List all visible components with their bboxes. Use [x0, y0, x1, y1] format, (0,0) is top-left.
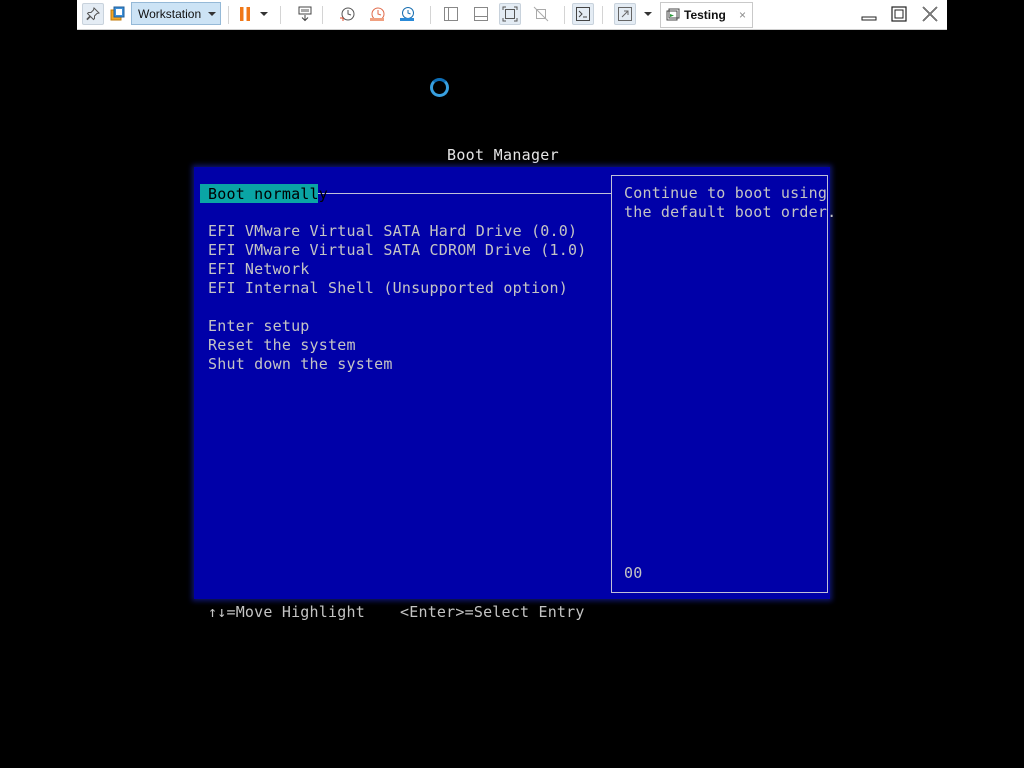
boot-action-enter-setup[interactable]: Enter setup [208, 317, 310, 335]
tab-close-icon[interactable]: × [739, 8, 746, 22]
fullscreen-options-dropdown[interactable] [640, 3, 656, 25]
boot-help-box [611, 175, 828, 593]
chevron-down-icon [644, 12, 652, 16]
tab-title: Testing [684, 8, 726, 22]
sidebar-icon[interactable] [440, 3, 462, 25]
fullscreen-icon[interactable] [614, 3, 636, 25]
toolbar-separator [430, 6, 431, 24]
snapshot-manager-icon[interactable] [396, 3, 418, 25]
close-icon[interactable] [917, 2, 943, 26]
vm-console-screen[interactable]: Workstation Testing × Boot Manager Boot … [0, 0, 1024, 768]
footer-move-hint: ↑↓=Move Highlight [208, 603, 365, 621]
boot-device-item[interactable]: EFI Network [208, 260, 310, 278]
toolbar-separator [322, 6, 323, 24]
help-text-line: the default boot order. [624, 203, 837, 221]
tab-testing[interactable]: Testing × [660, 2, 753, 28]
boot-device-item[interactable]: EFI VMware Virtual SATA CDROM Drive (1.0… [208, 241, 586, 259]
boot-device-item[interactable]: EFI Internal Shell (Unsupported option) [208, 279, 568, 297]
pause-icon[interactable] [234, 3, 256, 25]
boot-manager-divider [316, 193, 612, 194]
boot-manager-title: Boot Manager [447, 146, 559, 164]
console-view-icon[interactable] [572, 3, 594, 25]
maximize-icon[interactable] [886, 2, 912, 26]
toolbar-separator [228, 6, 229, 24]
toolbar-separator [280, 6, 281, 24]
help-code: 00 [624, 564, 643, 582]
workstation-menu-dropdown[interactable]: Workstation [131, 2, 221, 25]
boot-option-selected-label: Boot normally [208, 185, 328, 203]
help-text-line: Continue to boot using [624, 184, 828, 202]
chevron-down-icon [208, 11, 216, 16]
library-icon[interactable] [107, 3, 129, 25]
minimize-icon[interactable] [856, 2, 882, 26]
boot-device-item[interactable]: EFI VMware Virtual SATA Hard Drive (0.0) [208, 222, 577, 240]
chevron-down-icon [260, 12, 268, 16]
fit-guest-icon[interactable] [499, 3, 521, 25]
toolbar-separator [564, 6, 565, 24]
disable-stretch-icon[interactable] [530, 3, 552, 25]
workstation-menu-label: Workstation [138, 6, 202, 21]
power-options-dropdown[interactable] [256, 3, 272, 25]
boot-option-selected[interactable]: Boot normally [200, 184, 328, 203]
loading-spinner-icon [430, 78, 449, 97]
toolbar-separator [602, 6, 603, 24]
boot-action-reset[interactable]: Reset the system [208, 336, 356, 354]
vmware-toolbar: Workstation Testing × [77, 0, 947, 30]
footer-select-hint: <Enter>=Select Entry [400, 603, 585, 621]
boot-action-shutdown[interactable]: Shut down the system [208, 355, 393, 373]
snapshot-icon[interactable] [336, 3, 358, 25]
thumbnail-bar-icon[interactable] [470, 3, 492, 25]
revert-snapshot-icon[interactable] [366, 3, 388, 25]
vm-tab-icon [666, 8, 680, 21]
send-keys-icon[interactable] [294, 3, 316, 25]
pin-icon[interactable] [82, 3, 104, 25]
